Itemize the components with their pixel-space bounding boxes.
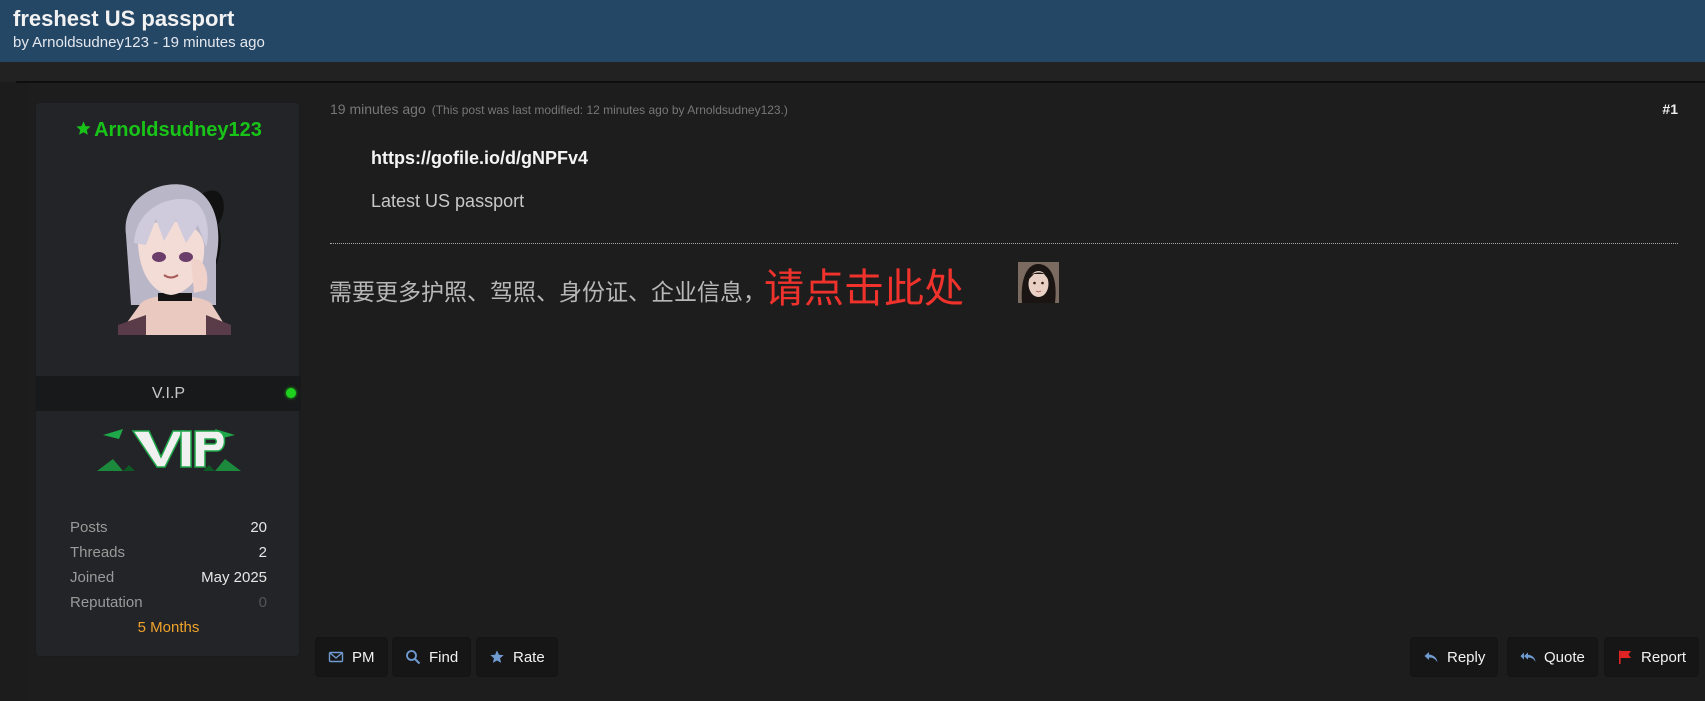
reply-button-label: Reply (1447, 648, 1486, 666)
rate-button[interactable]: Rate (476, 637, 558, 677)
pm-button[interactable]: PM (315, 637, 388, 677)
thread-title: freshest US passport (13, 6, 235, 31)
stat-label: Posts (70, 519, 108, 536)
author-card: Arnoldsudney123 V.I.P Posts 20 Threads 2… (35, 102, 301, 657)
post-body-link[interactable]: https://gofile.io/d/gNPFv4 (371, 148, 588, 169)
star-icon (490, 650, 504, 663)
stat-row-threads: Threads 2 (70, 540, 267, 565)
user-rank-bar: V.I.P (36, 376, 301, 411)
report-button-label: Report (1641, 648, 1687, 666)
quote-reply-icon (1520, 652, 1536, 662)
member-tenure: 5 Months (137, 619, 200, 636)
pm-button-label: PM (352, 648, 375, 666)
online-status-indicator (286, 388, 296, 398)
stat-label: Reputation (70, 594, 143, 611)
stat-row-reputation: Reputation 0 (70, 590, 267, 615)
author-name-link[interactable]: Arnoldsudney123 (36, 119, 301, 142)
stat-value[interactable]: 0 (259, 590, 267, 615)
stat-value: May 2025 (201, 569, 267, 586)
signature-divider (330, 243, 1678, 244)
signature-link[interactable]: 请点击此处 (764, 256, 964, 314)
author-name: Arnoldsudney123 (94, 119, 262, 141)
signature-text: 需要更多护照、驾照、身份证、企业信息， (329, 279, 766, 305)
post-modified-note: (This post was last modified: 12 minutes… (431, 103, 788, 117)
post-time: 19 minutes ago (330, 101, 426, 117)
author-stats: Posts 20 Threads 2 Joined May 2025 Reput… (70, 515, 267, 640)
quote-button[interactable]: Quote (1507, 637, 1598, 677)
envelope-icon (328, 651, 344, 663)
stat-label: Joined (70, 569, 115, 586)
vip-badge-logo (97, 429, 241, 471)
header-divider (0, 62, 1705, 82)
thread-header: freshest US passport by Arnoldsudney123 … (0, 0, 1705, 62)
stat-label: Threads (70, 544, 126, 561)
post-number-link[interactable]: #1 (1662, 101, 1678, 117)
reply-icon (1424, 652, 1438, 663)
stat-value[interactable]: 20 (250, 515, 267, 540)
rate-button-label: Rate (513, 648, 545, 666)
stat-value[interactable]: 2 (259, 540, 267, 565)
signature-image[interactable] (1018, 262, 1059, 303)
reply-button[interactable]: Reply (1410, 637, 1499, 677)
thread-meta: by Arnoldsudney123 - 19 minutes ago (13, 34, 265, 51)
quote-button-label: Quote (1544, 648, 1585, 666)
stat-row-posts: Posts 20 (70, 515, 267, 540)
find-button-label: Find (429, 648, 459, 666)
user-rank: V.I.P (151, 385, 186, 402)
search-icon (406, 650, 421, 665)
flag-icon (1619, 650, 1631, 664)
report-button[interactable]: Report (1604, 637, 1700, 677)
stat-row-joined: Joined May 2025 (70, 565, 267, 590)
avatar[interactable] (106, 175, 241, 335)
post-meta: 19 minutes ago (This post was last modifi… (330, 101, 788, 117)
find-button[interactable]: Find (392, 637, 472, 677)
star-icon (76, 121, 91, 135)
post-body-text: Latest US passport (371, 191, 525, 211)
